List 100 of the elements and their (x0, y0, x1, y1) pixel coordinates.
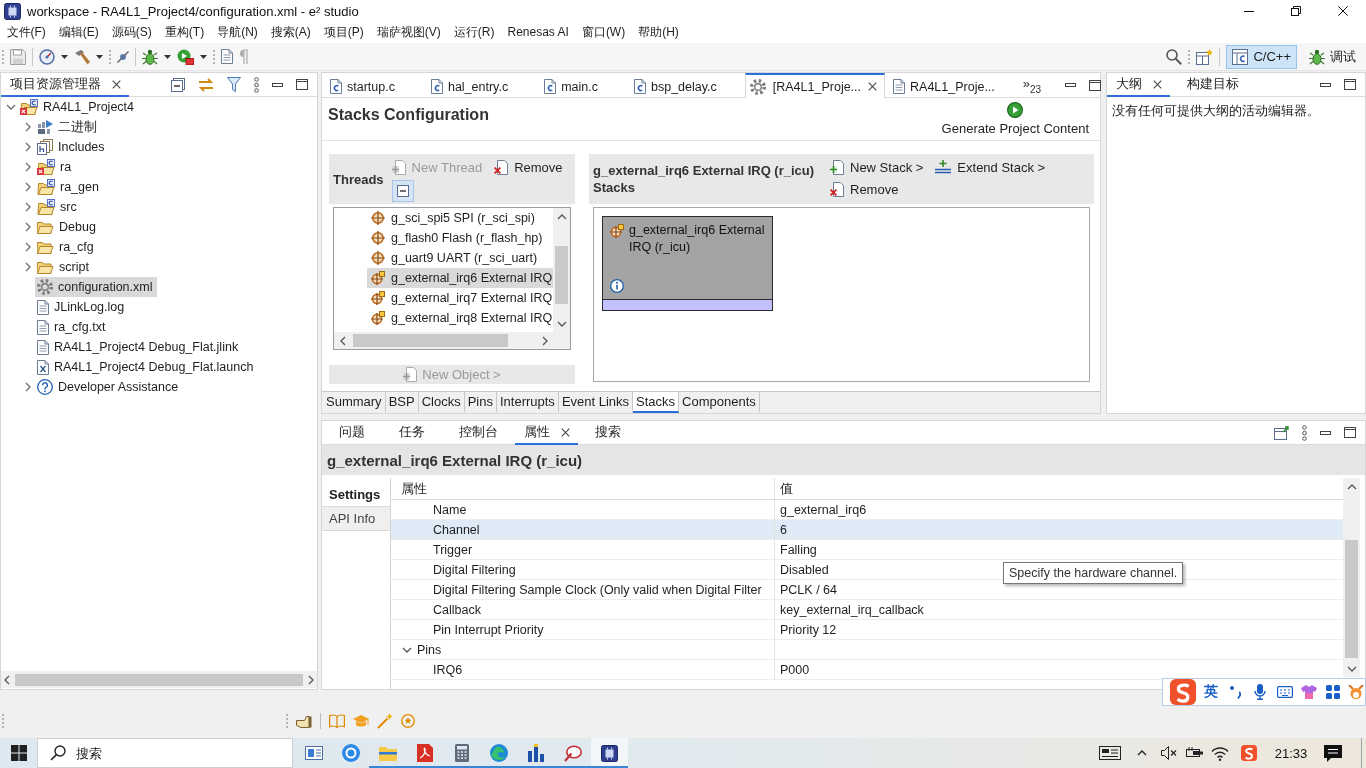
grid-icon[interactable] (1326, 685, 1340, 699)
view-tab[interactable]: 构建目标 (1170, 73, 1256, 97)
collapse-all-icon[interactable] (171, 77, 185, 92)
hand-icon[interactable] (296, 714, 312, 728)
chevron-down-icon[interactable] (1346, 665, 1357, 672)
caret-down-icon[interactable] (164, 54, 171, 59)
chevron-right-icon[interactable] (25, 202, 31, 212)
start-icon[interactable] (10, 745, 27, 761)
maximize-icon[interactable] (1344, 79, 1356, 90)
more-tabs-button[interactable]: »$_{23}$ (1022, 73, 1042, 97)
search-icon[interactable] (1166, 48, 1183, 65)
stack-block[interactable]: g_external_irq6 External IRQ (r_icu) (602, 216, 773, 311)
editor-tab[interactable]: bsp_delay.c (626, 73, 745, 98)
chevron-right-icon[interactable] (25, 222, 31, 232)
wifi-icon[interactable] (1211, 745, 1229, 761)
menu-item[interactable]: 项目(P) (317, 22, 371, 43)
perspective-button[interactable]: 调试 (1303, 44, 1362, 69)
chevron-down-icon[interactable] (6, 104, 16, 110)
perspective-button[interactable]: C/C++ (1226, 44, 1297, 69)
list-item[interactable]: g_flash0 Flash (r_flash_hp) (367, 228, 553, 248)
hammer-icon[interactable] (74, 48, 90, 65)
tree-item[interactable]: RA4L1_Project4 (18, 97, 139, 117)
chevron-up-icon[interactable] (556, 213, 567, 220)
menu-item[interactable]: 运行(R) (447, 22, 501, 43)
caret-down-icon[interactable] (200, 54, 207, 59)
tree-item[interactable]: src (35, 197, 81, 217)
document-icon[interactable] (221, 49, 233, 64)
page-tab[interactable]: Components (679, 392, 760, 413)
maximize-icon[interactable] (296, 79, 308, 90)
view-tab[interactable]: 搜索 (578, 421, 638, 445)
tree-item[interactable]: ra_cfg.txt (35, 317, 110, 337)
table-row[interactable]: Pins (391, 640, 1343, 660)
menu-item[interactable]: 窗口(W) (575, 22, 632, 43)
newspaper-icon[interactable] (1099, 746, 1121, 760)
table-row[interactable]: Channel 6 (391, 520, 1343, 540)
tree-item[interactable]: ra (35, 157, 76, 177)
view-tab[interactable]: 问题 (322, 421, 382, 445)
chevron-right-icon[interactable] (541, 335, 548, 346)
keyboard-icon[interactable] (1276, 686, 1293, 698)
tree-item[interactable]: ra_cfg (35, 237, 98, 257)
chevron-right-icon[interactable] (25, 162, 31, 172)
page-tab[interactable]: Clocks (418, 392, 465, 413)
menu-item[interactable]: 搜索(A) (264, 22, 318, 43)
side-tab[interactable]: API Info (322, 507, 390, 531)
run-icon[interactable] (177, 48, 194, 65)
close-icon[interactable] (112, 79, 121, 89)
close-icon[interactable] (561, 427, 570, 437)
chevron-up-icon[interactable] (1346, 483, 1357, 490)
menu-item[interactable]: 文件(F) (0, 22, 53, 43)
chevron-right-icon[interactable] (25, 182, 31, 192)
scrollbar[interactable] (1343, 478, 1360, 677)
view-tab[interactable]: 控制台 (442, 421, 515, 445)
star-circle-icon[interactable] (401, 714, 415, 728)
action-button[interactable]: Extend Stack > (935, 158, 1046, 176)
tree-item[interactable]: configuration.xml (35, 277, 157, 297)
tree-item[interactable]: 二进制 (35, 117, 101, 137)
save-icon[interactable] (10, 48, 26, 65)
scrollbar-thumb[interactable] (1345, 540, 1358, 658)
scrollbar-thumb[interactable] (353, 334, 508, 347)
chevron-left-icon[interactable] (4, 674, 10, 685)
minimize-icon[interactable] (1243, 10, 1254, 12)
page-tab[interactable]: Interrupts (496, 392, 559, 413)
minimize-icon[interactable] (1320, 430, 1331, 435)
minimize-icon[interactable] (272, 82, 283, 87)
input-mode[interactable]: 英 (1204, 683, 1218, 701)
editor-tab[interactable]: hal_entry.c (422, 73, 537, 98)
two-arrows-icon[interactable] (198, 77, 214, 92)
mascot-icon[interactable] (1348, 685, 1364, 699)
tree-item[interactable]: RA4L1_Project4 Debug_Flat.launch (35, 357, 258, 377)
chevron-down-icon[interactable] (402, 646, 412, 653)
maximize-icon[interactable] (1089, 79, 1102, 91)
minimize-icon[interactable] (1065, 83, 1077, 87)
page-tab[interactable]: Stacks (633, 392, 680, 413)
list-item[interactable]: g_uart9 UART (r_sci_uart) (367, 248, 553, 268)
menu-item[interactable]: 编辑(E) (52, 22, 106, 43)
microphone-icon[interactable] (1254, 684, 1266, 700)
chevron-right-icon[interactable] (308, 674, 314, 685)
chevron-right-icon[interactable] (25, 242, 31, 252)
table-row[interactable]: Callback key_external_irq_callback (391, 600, 1343, 620)
tree-item[interactable]: script (35, 257, 93, 277)
scrollbar-thumb[interactable] (555, 246, 568, 304)
close-icon[interactable] (1337, 6, 1348, 16)
tree-item[interactable]: Developer Assistance (35, 377, 183, 397)
list-item[interactable]: g_external_irq7 External IRQ (367, 288, 553, 308)
list-item[interactable]: g_external_irq6 External IRQ (367, 268, 553, 288)
scrollbar[interactable] (1, 671, 317, 688)
chevron-right-icon[interactable] (25, 142, 31, 152)
notification-icon[interactable] (1324, 744, 1342, 762)
editor-tab[interactable]: main.c (536, 73, 626, 98)
page-tab[interactable]: Pins (464, 392, 497, 413)
tree-item[interactable]: ra_gen (35, 177, 103, 197)
action-button[interactable]: Remove (830, 180, 899, 198)
tree-item[interactable]: Includes (35, 137, 109, 157)
shirt-icon[interactable] (1301, 685, 1317, 699)
page-tab[interactable]: BSP (385, 392, 419, 413)
more-icon[interactable] (1302, 424, 1307, 441)
menu-item[interactable]: Renesas AI (501, 22, 576, 43)
menu-item[interactable]: 帮助(H) (631, 22, 686, 43)
table-row[interactable]: Pin Interrupt Priority Priority 12 (391, 620, 1343, 640)
minimize-icon[interactable] (1320, 82, 1331, 87)
